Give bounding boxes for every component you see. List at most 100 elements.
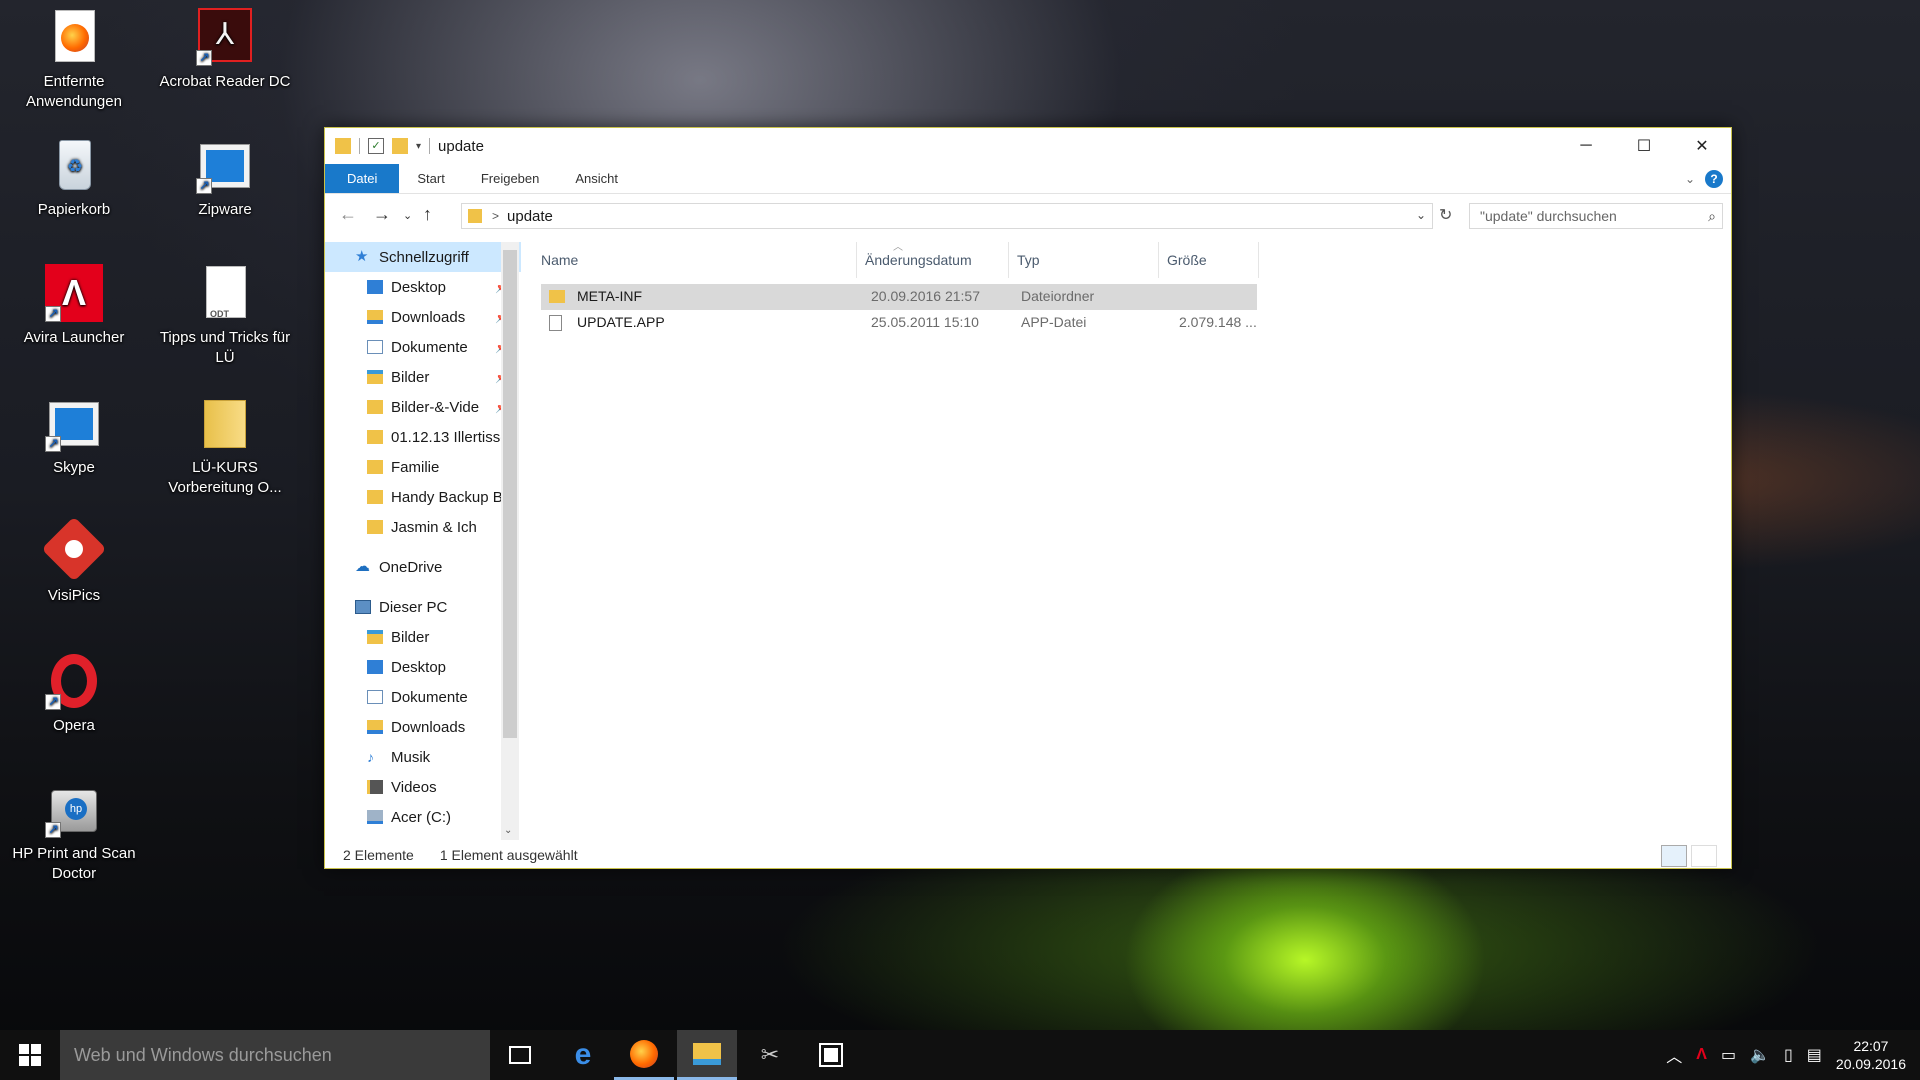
taskbar-firefox[interactable] xyxy=(614,1030,674,1080)
nav-quick-access[interactable]: ★ Schnellzugriff xyxy=(325,242,521,272)
nav-pc-bilder[interactable]: Bilder xyxy=(325,622,521,652)
cloud-icon: ☁ xyxy=(355,558,370,575)
clock-time: 22:07 xyxy=(1853,1038,1889,1054)
taskbar-store[interactable] xyxy=(801,1030,861,1080)
downloads-folder-icon xyxy=(367,310,383,324)
nav-pc-desktop[interactable]: Desktop xyxy=(325,652,521,682)
taskbar-snipping[interactable]: ✂ xyxy=(740,1030,800,1080)
pictures-folder-icon xyxy=(367,630,383,644)
action-center-icon[interactable]: ▤ xyxy=(1807,1045,1822,1065)
nav-item-bilder[interactable]: Bilder 📌 xyxy=(325,362,521,392)
desktop-icon-recycle-bin[interactable]: ♻ Papierkorb xyxy=(4,136,144,220)
address-dropdown-icon[interactable]: ⌄ xyxy=(1416,208,1426,222)
desktop-icon-tipps[interactable]: ODT Tipps und Tricks für LÜ xyxy=(155,264,295,368)
expand-ribbon-icon[interactable]: ⌄ xyxy=(1685,172,1695,186)
taskbar-edge[interactable]: e xyxy=(553,1030,613,1080)
breadcrumb-update[interactable]: update xyxy=(507,208,553,225)
taskbar: Web und Windows durchsuchen e ✂ ︿ Λ ▭ 🔈 … xyxy=(0,1030,1920,1080)
taskbar-search-placeholder: Web und Windows durchsuchen xyxy=(74,1044,332,1065)
file-type: APP-Datei xyxy=(1021,314,1087,330)
new-folder-icon[interactable] xyxy=(392,138,408,154)
nav-pc-drive-c[interactable]: Acer (C:) xyxy=(325,802,521,832)
nav-this-pc[interactable]: Dieser PC xyxy=(325,592,521,622)
breadcrumb-chevron-icon[interactable]: > xyxy=(492,209,499,223)
taskbar-search-box[interactable]: Web und Windows durchsuchen xyxy=(60,1030,490,1080)
ribbon-tabs: Datei Start Freigeben Ansicht ⌄ ? xyxy=(325,164,1731,194)
properties-icon[interactable]: ✓ xyxy=(368,138,384,154)
nav-pc-dokumente[interactable]: Dokumente xyxy=(325,682,521,712)
customize-chevron-icon[interactable]: ▾ xyxy=(416,141,421,152)
column-header-name[interactable]: Name xyxy=(533,242,857,278)
navigation-scrollbar[interactable]: ⌄ xyxy=(501,242,519,840)
desktop-icon-acrobat[interactable]: ⅄ Acrobat Reader DC xyxy=(155,8,295,92)
battery-icon[interactable]: ▭ xyxy=(1721,1045,1736,1065)
desktop-icon-remote-apps[interactable]: Entfernte Anwendungen xyxy=(4,8,144,112)
desktop-icon-visipics[interactable]: VisiPics xyxy=(4,516,144,606)
tab-start[interactable]: Start xyxy=(399,164,462,193)
task-view-button[interactable] xyxy=(490,1030,550,1080)
avira-tray-icon[interactable]: Λ xyxy=(1696,1046,1707,1064)
desktop-icon-label: Skype xyxy=(53,459,95,476)
clock[interactable]: 22:07 20.09.2016 xyxy=(1836,1037,1906,1073)
quick-access-toolbar: ✓ ▾ xyxy=(325,138,431,154)
tab-datei[interactable]: Datei xyxy=(325,164,400,193)
nav-item-familie[interactable]: Familie xyxy=(325,452,521,482)
nav-item-handy-backup[interactable]: Handy Backup B xyxy=(325,482,521,512)
edge-icon: e xyxy=(574,1038,592,1071)
forward-arrow-icon[interactable]: → xyxy=(373,204,391,225)
task-view-icon xyxy=(509,1046,531,1064)
refresh-icon[interactable]: ↻ xyxy=(1439,205,1452,225)
close-icon[interactable]: ✕ xyxy=(1673,128,1731,164)
desktop-icon-hp-doctor[interactable]: hp HP Print and Scan Doctor xyxy=(4,780,144,884)
nav-item-dokumente[interactable]: Dokumente 📌 xyxy=(325,332,521,362)
show-hidden-icons-chevron-icon[interactable]: ︿ xyxy=(1666,1043,1682,1067)
file-size: 2.079.148 ... xyxy=(1179,314,1257,330)
column-header-size[interactable]: Größe xyxy=(1159,242,1259,278)
folder-icon xyxy=(367,430,383,444)
back-arrow-icon[interactable]: ← xyxy=(339,204,357,225)
network-icon[interactable]: ▯ xyxy=(1784,1045,1793,1065)
scroll-down-arrow-icon[interactable]: ⌄ xyxy=(504,825,512,836)
recent-locations-chevron-icon[interactable]: ⌄ xyxy=(403,209,412,222)
column-header-date[interactable]: Änderungsdatum xyxy=(857,242,1009,278)
desktop-icon-skype[interactable]: Skype xyxy=(4,394,144,478)
file-name: META-INF xyxy=(577,288,643,304)
details-view-icon[interactable] xyxy=(1661,845,1687,867)
file-explorer-window[interactable]: ✓ ▾ update ─ ☐ ✕ Datei Start Freigeben A… xyxy=(324,127,1732,869)
table-row[interactable]: UPDATE.APP 25.05.2011 15:10 APP-Datei 2.… xyxy=(541,310,1257,336)
nav-pc-musik[interactable]: ♪ Musik xyxy=(325,742,521,772)
nav-item-bilder-videos[interactable]: Bilder-&-Vide 📌 xyxy=(325,392,521,422)
desktop-icon-label: Acrobat Reader DC xyxy=(159,73,291,90)
taskbar-file-explorer[interactable] xyxy=(677,1030,737,1080)
start-button[interactable] xyxy=(0,1030,60,1080)
help-icon[interactable]: ? xyxy=(1705,170,1723,188)
nav-item-illertissen[interactable]: 01.12.13 Illertisse xyxy=(325,422,521,452)
nav-pc-videos[interactable]: Videos xyxy=(325,772,521,802)
navigation-pane[interactable]: ★ Schnellzugriff Desktop 📌 Downloads 📌 D… xyxy=(325,242,521,842)
nav-item-jasmin[interactable]: Jasmin & Ich xyxy=(325,512,521,542)
file-list[interactable]: ︿ Name Änderungsdatum Typ Größe META-INF… xyxy=(533,242,1723,832)
nav-onedrive[interactable]: ☁ OneDrive xyxy=(325,552,521,582)
hp-doctor-icon: hp xyxy=(45,780,103,840)
volume-icon[interactable]: 🔈 xyxy=(1750,1045,1770,1065)
table-row[interactable]: META-INF 20.09.2016 21:57 Dateiordner xyxy=(541,284,1257,310)
nav-item-downloads[interactable]: Downloads 📌 xyxy=(325,302,521,332)
large-icons-view-icon[interactable] xyxy=(1691,845,1717,867)
maximize-icon[interactable]: ☐ xyxy=(1615,128,1673,164)
nav-pc-downloads[interactable]: Downloads xyxy=(325,712,521,742)
up-arrow-icon[interactable]: ↑ xyxy=(423,204,432,225)
desktop-folder-icon xyxy=(367,280,383,294)
tab-freigeben[interactable]: Freigeben xyxy=(463,164,558,193)
address-bar[interactable]: > update ⌄ xyxy=(461,203,1433,229)
minimize-icon[interactable]: ─ xyxy=(1557,128,1615,164)
desktop-icon-lue-kurs[interactable]: LÜ-KURS Vorbereitung O... xyxy=(155,394,295,498)
tab-ansicht[interactable]: Ansicht xyxy=(557,164,636,193)
column-header-type[interactable]: Typ xyxy=(1009,242,1159,278)
title-bar[interactable]: ✓ ▾ update ─ ☐ ✕ xyxy=(325,128,1731,164)
scrollbar-thumb[interactable] xyxy=(503,250,517,738)
desktop-icon-avira[interactable]: Λ Avira Launcher xyxy=(4,264,144,348)
search-input[interactable]: "update" durchsuchen ⌕ xyxy=(1469,203,1723,229)
desktop-icon-zipware[interactable]: Zipware xyxy=(155,136,295,220)
nav-item-desktop[interactable]: Desktop 📌 xyxy=(325,272,521,302)
desktop-icon-opera[interactable]: Opera xyxy=(4,652,144,736)
